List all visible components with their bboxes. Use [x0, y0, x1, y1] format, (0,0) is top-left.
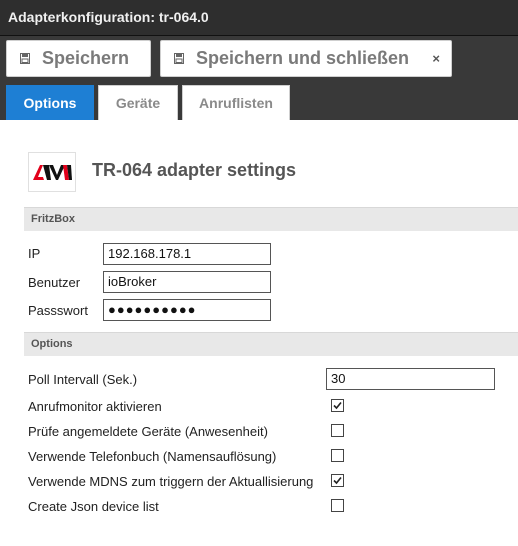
poll-interval-field[interactable]: 30: [326, 368, 495, 390]
window-title: Adapterkonfiguration: tr-064.0: [8, 9, 209, 25]
option-label-mdns: Verwende MDNS zum triggern der Aktuallis…: [28, 474, 314, 489]
password-field[interactable]: ●●●●●●●●●●: [103, 299, 271, 321]
section-header-fritzbox: FritzBox: [24, 207, 518, 231]
checkmark-icon: [333, 401, 342, 410]
option-label-anrufmonitor: Anrufmonitor aktivieren: [28, 399, 162, 414]
avm-logo-icon: [33, 165, 72, 180]
page-title: TR-064 adapter settings: [92, 160, 297, 180]
save-button-label: Speichern: [42, 48, 130, 68]
section-header-options: Options: [24, 332, 518, 356]
checkbox-mdns[interactable]: [331, 474, 344, 487]
ip-field-value: 192.168.178.1: [108, 246, 192, 261]
tab-anruflisten[interactable]: Anruflisten: [182, 85, 290, 120]
save-and-close-button-label: Speichern und schließen: [196, 48, 410, 68]
checkbox-anwesenheit[interactable]: [331, 424, 344, 437]
title-bar: Adapterkonfiguration: tr-064.0: [0, 0, 518, 36]
checkbox-anrufmonitor[interactable]: [331, 399, 344, 412]
save-and-close-button[interactable]: Speichern und schließen ×: [160, 40, 452, 77]
floppy-disk-icon: [174, 53, 184, 64]
poll-interval-label: Poll Intervall (Sek.): [28, 372, 138, 387]
user-field[interactable]: ioBroker: [103, 271, 271, 293]
close-icon[interactable]: ×: [432, 51, 440, 66]
option-label-telefonbuch: Verwende Telefonbuch (Namensauflösung): [28, 449, 277, 464]
password-label: Passswort: [28, 303, 88, 318]
tab-options[interactable]: Options: [6, 85, 94, 120]
checkbox-json-device-list[interactable]: [331, 499, 344, 512]
checkmark-icon: [333, 476, 342, 485]
user-label: Benutzer: [28, 275, 81, 290]
poll-interval-value: 30: [331, 371, 346, 386]
save-button[interactable]: Speichern: [6, 40, 151, 77]
checkbox-telefonbuch[interactable]: [331, 449, 344, 462]
avm-logo: [28, 152, 76, 192]
toolbar: Speichern Speichern und schließen ×: [0, 36, 518, 82]
settings-panel: TR-064 adapter settings FritzBox IP 192.…: [0, 120, 518, 546]
floppy-disk-icon: [20, 53, 30, 64]
option-label-anwesenheit: Prüfe angemeldete Geräte (Anwesenheit): [28, 424, 268, 439]
option-label-json-device-list: Create Json device list: [28, 499, 159, 514]
ip-field[interactable]: 192.168.178.1: [103, 243, 271, 265]
user-field-value: ioBroker: [108, 274, 157, 289]
password-field-value: ●●●●●●●●●●: [108, 302, 197, 317]
tab-geraete[interactable]: Geräte: [98, 85, 178, 120]
tab-bar: Options Geräte Anruflisten: [0, 82, 518, 120]
ip-label: IP: [28, 246, 41, 261]
